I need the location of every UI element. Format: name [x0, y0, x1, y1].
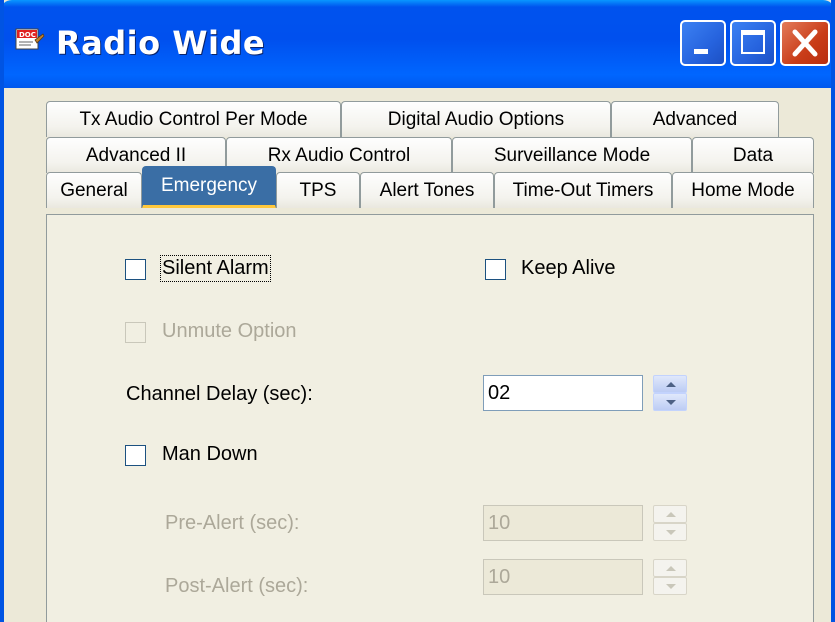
spin-down-button[interactable] [653, 577, 687, 595]
window-title: Radio Wide [56, 24, 266, 62]
close-button[interactable] [780, 20, 830, 66]
channel-delay-spinner[interactable] [653, 375, 687, 411]
maximize-button[interactable] [730, 20, 776, 66]
tab-row-1: Tx Audio Control Per Mode Digital Audio … [46, 101, 779, 137]
tab-time-out-timers[interactable]: Time-Out Timers [494, 172, 672, 208]
spin-down-button[interactable] [653, 523, 687, 541]
pre-alert-spinner[interactable] [653, 505, 687, 541]
unmute-option-checkbox[interactable] [125, 322, 146, 343]
arrow-down-icon [666, 530, 676, 535]
pre-alert-input[interactable]: 10 [483, 505, 643, 541]
emergency-panel: Silent Alarm Keep Alive Unmute Option Ch… [46, 214, 814, 622]
pre-alert-label: Pre-Alert (sec): [165, 512, 300, 534]
spin-up-button[interactable] [653, 505, 687, 523]
tab-digital-audio-options[interactable]: Digital Audio Options [341, 101, 611, 137]
arrow-down-icon [666, 400, 676, 405]
channel-delay-input[interactable]: 02 [483, 375, 643, 411]
arrow-up-icon [666, 566, 676, 571]
post-alert-input[interactable]: 10 [483, 559, 643, 595]
tab-advanced[interactable]: Advanced [611, 101, 779, 137]
post-alert-spinner[interactable] [653, 559, 687, 595]
tab-surveillance-mode[interactable]: Surveillance Mode [452, 137, 692, 173]
spin-up-button[interactable] [653, 375, 687, 393]
post-alert-label: Post-Alert (sec): [165, 575, 309, 597]
tab-alert-tones[interactable]: Alert Tones [360, 172, 494, 208]
arrow-up-icon [666, 382, 676, 387]
unmute-option-label: Unmute Option [162, 320, 297, 342]
arrow-down-icon [666, 584, 676, 589]
arrow-up-icon [666, 512, 676, 517]
minimize-icon [694, 49, 708, 54]
tab-tx-audio-control-per-mode[interactable]: Tx Audio Control Per Mode [46, 101, 341, 137]
silent-alarm-checkbox[interactable] [125, 259, 146, 280]
maximize-icon [741, 30, 765, 54]
spin-down-button[interactable] [653, 393, 687, 411]
title-bar[interactable]: DOC Radio Wide [4, 0, 831, 88]
tab-tps[interactable]: TPS [276, 172, 360, 208]
tab-data[interactable]: Data [692, 137, 814, 173]
man-down-checkbox[interactable] [125, 445, 146, 466]
tab-general[interactable]: General [46, 172, 142, 208]
svg-text:DOC: DOC [19, 31, 36, 39]
keep-alive-checkbox[interactable] [485, 259, 506, 280]
silent-alarm-label[interactable]: Silent Alarm [160, 255, 271, 282]
man-down-label[interactable]: Man Down [162, 443, 258, 466]
doc-icon: DOC [15, 28, 45, 50]
minimize-button[interactable] [680, 20, 726, 66]
spin-up-button[interactable] [653, 559, 687, 577]
tab-emergency[interactable]: Emergency [142, 166, 276, 208]
keep-alive-label[interactable]: Keep Alive [521, 257, 616, 280]
tab-row-3: General Emergency TPS Alert Tones Time-O… [46, 166, 814, 208]
tab-home-mode[interactable]: Home Mode [672, 172, 814, 208]
channel-delay-label: Channel Delay (sec): [126, 383, 313, 405]
radio-wide-window: DOC Radio Wide Tx Audio Control Per Mode… [0, 0, 835, 622]
close-icon [792, 29, 818, 57]
